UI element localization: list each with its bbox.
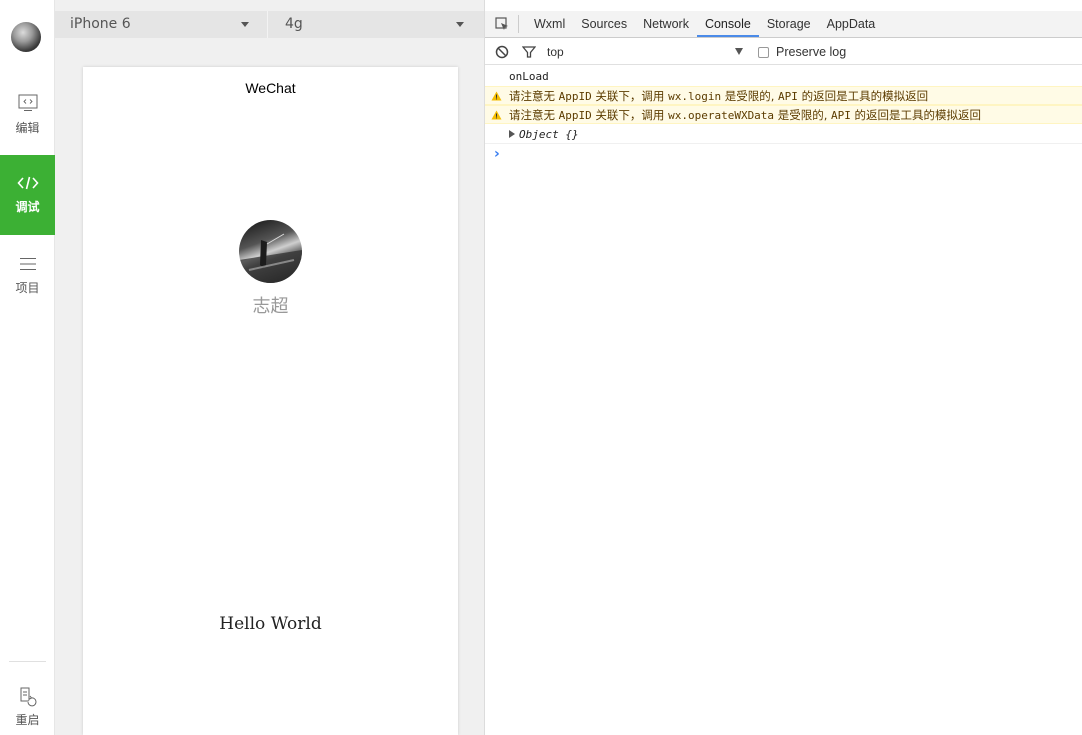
warning-text: 的返回是工具的模拟返回 [797,89,929,103]
console-warning-line: 请注意无 AppID 关联下，调用 wx.operateWXData 是受限的,… [485,105,1082,124]
nav-item-edit[interactable]: 编辑 [0,75,55,155]
inspect-element-button[interactable] [485,15,519,33]
warning-code: API [831,109,851,122]
network-select[interactable]: 4g [268,11,484,38]
warning-icon [491,110,502,120]
warning-text: 是受限的, [721,89,779,103]
nav-item-project[interactable]: 项目 [0,236,55,316]
console-object-line[interactable]: Object {} [485,125,1082,144]
console-divider [485,143,1082,144]
console-log-line: onLoad [485,67,1082,86]
left-nav: 编辑 调试 项目 重启 [0,0,55,735]
console-prompt-icon[interactable]: › [494,146,500,162]
tab-sources[interactable]: Sources [573,11,635,37]
simulator-toolbar: iPhone 6 4g [55,11,484,38]
devtools-panel: Wxml Sources Network Console Storage App… [484,0,1082,735]
devtools-tabbar: Wxml Sources Network Console Storage App… [485,11,1082,38]
avatar[interactable] [239,220,302,283]
warning-icon [491,91,502,101]
warning-text: 请注意无 [509,89,559,103]
nav-item-label: 调试 [15,199,40,214]
context-select-value: top [547,44,564,59]
phone-screen: WeChat 志超 Hello World [83,67,458,735]
hello-text: Hello World [219,614,322,634]
console-toolbar: top Preserve log [485,39,1082,65]
network-select-value: 4g [285,16,303,32]
warning-text: 请注意无 [509,108,559,122]
warning-code: AppID [558,90,592,103]
expand-arrow-icon[interactable] [509,130,515,138]
simulator-panel: iPhone 6 4g WeChat 志超 Hello World [55,0,484,735]
chevron-down-icon [241,22,249,27]
tab-network[interactable]: Network [635,11,697,37]
nav-item-debug[interactable]: 调试 [0,155,55,235]
preserve-log-toggle[interactable]: Preserve log [758,45,846,59]
warning-code: API [778,90,798,103]
avatar-image [239,233,302,283]
hamburger-icon [19,257,36,270]
tab-storage[interactable]: Storage [759,11,819,37]
tab-wxml[interactable]: Wxml [526,11,573,37]
inspect-cursor-icon [494,17,508,30]
tab-console[interactable]: Console [696,11,759,37]
code-brackets-icon [16,176,39,189]
warning-code: wx.login [668,90,722,103]
preserve-log-checkbox[interactable] [758,46,769,58]
nav-item-label: 编辑 [15,121,40,135]
nav-item-label: 项目 [15,280,40,295]
restart-icon [20,687,36,707]
user-avatar-small[interactable] [11,22,41,52]
device-select-value: iPhone 6 [70,16,131,32]
warning-text: 关联下，调用 [591,89,669,103]
chevron-down-icon [456,22,464,27]
console-log-text: onLoad [509,70,549,83]
warning-text: 是受限的, [774,108,832,122]
restart-button[interactable]: 重启 [0,680,55,735]
preserve-log-label: Preserve log [776,45,847,59]
user-nickname: 志超 [252,296,289,317]
device-select[interactable]: iPhone 6 [55,11,268,38]
context-select[interactable]: top [485,39,743,65]
tab-appdata[interactable]: AppData [819,11,884,37]
page-title: WeChat [245,80,296,96]
restart-label: 重启 [15,713,40,727]
chevron-down-icon [735,47,743,55]
warning-code: wx.operateWXData [668,109,775,122]
warning-text: 的返回是工具的模拟返回 [850,108,982,122]
nav-divider [9,661,46,662]
code-box-icon [18,94,37,111]
console-warning-line: 请注意无 AppID 关联下，调用 wx.login 是受限的, API 的返回… [485,86,1082,105]
warning-text: 关联下，调用 [591,108,669,122]
console-object-text: Object {} [519,128,579,141]
warning-code: AppID [558,109,592,122]
